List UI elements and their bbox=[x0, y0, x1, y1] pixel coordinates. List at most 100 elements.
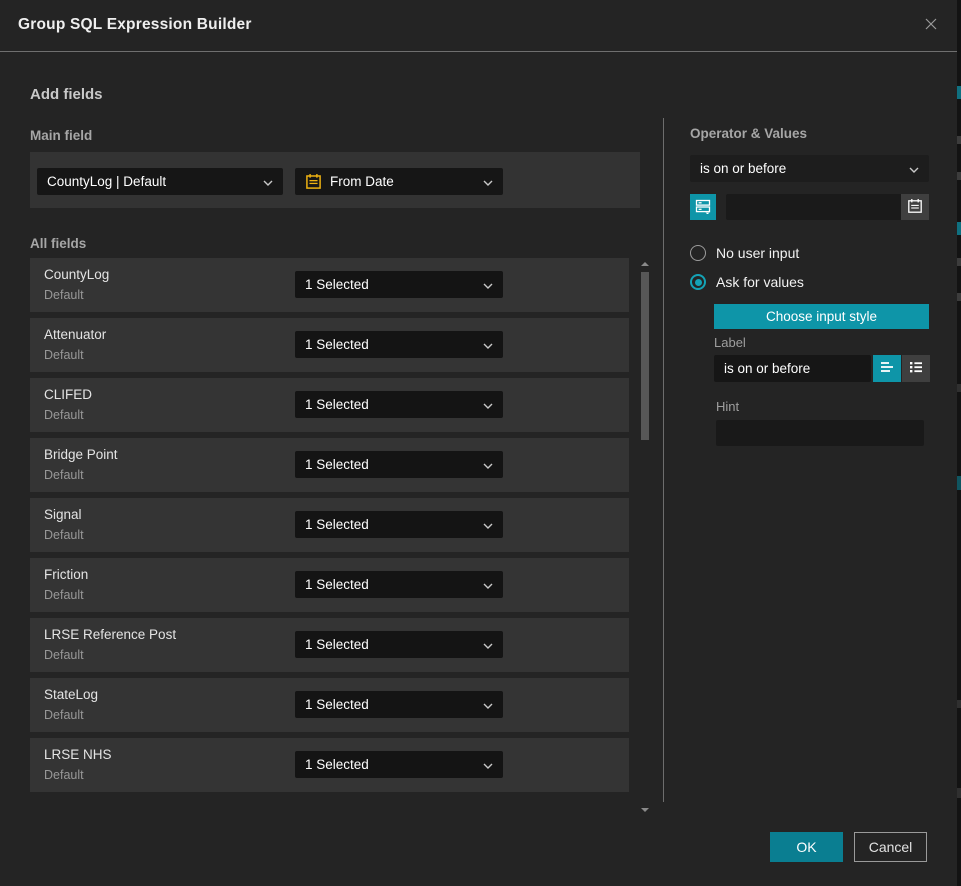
main-field-container: CountyLog | Default From Date bbox=[30, 152, 640, 208]
field-name: LRSE Reference Post bbox=[44, 627, 176, 642]
field-name: Bridge Point bbox=[44, 447, 118, 462]
label-caption: Label bbox=[714, 335, 746, 350]
date-field-calendar-icon bbox=[305, 173, 322, 190]
date-value-field bbox=[726, 194, 929, 220]
field-subtitle: Default bbox=[44, 528, 84, 542]
list-scrollbar[interactable] bbox=[640, 258, 650, 816]
chevron-down-icon bbox=[909, 161, 919, 176]
field-subtitle: Default bbox=[44, 768, 84, 782]
chevron-down-icon bbox=[483, 697, 493, 712]
selection-count: 1 Selected bbox=[305, 517, 477, 532]
field-row: Signal Default 1 Selected bbox=[30, 498, 629, 552]
radio-label: Ask for values bbox=[716, 274, 804, 290]
choose-input-style-button[interactable]: Choose input style bbox=[714, 304, 929, 329]
date-picker-button[interactable] bbox=[901, 194, 929, 220]
selection-count: 1 Selected bbox=[305, 277, 477, 292]
close-button[interactable] bbox=[919, 14, 943, 38]
operator-values-heading: Operator & Values bbox=[690, 126, 807, 141]
field-selection-select[interactable]: 1 Selected bbox=[295, 271, 503, 298]
radio-icon bbox=[690, 245, 706, 261]
field-row: Friction Default 1 Selected bbox=[30, 558, 629, 612]
cancel-button[interactable]: Cancel bbox=[854, 832, 927, 862]
selection-count: 1 Selected bbox=[305, 757, 477, 772]
field-row: CountyLog Default 1 Selected bbox=[30, 258, 629, 312]
scrollbar-down-arrow-icon[interactable] bbox=[641, 808, 649, 812]
field-selection-select[interactable]: 1 Selected bbox=[295, 691, 503, 718]
field-row: LRSE Reference Post Default 1 Selected bbox=[30, 618, 629, 672]
list-style-button[interactable] bbox=[902, 355, 930, 382]
operator-select-value: is on or before bbox=[700, 161, 903, 176]
background-app-edge bbox=[957, 0, 961, 886]
field-selection-select[interactable]: 1 Selected bbox=[295, 751, 503, 778]
screen: Group SQL Expression Builder Add fields … bbox=[0, 0, 961, 886]
field-name: StateLog bbox=[44, 687, 98, 702]
selection-count: 1 Selected bbox=[305, 637, 477, 652]
chevron-down-icon bbox=[263, 174, 273, 189]
field-subtitle: Default bbox=[44, 588, 84, 602]
ok-button[interactable]: OK bbox=[770, 832, 843, 862]
field-row: StateLog Default 1 Selected bbox=[30, 678, 629, 732]
chevron-down-icon bbox=[483, 397, 493, 412]
close-icon bbox=[922, 15, 940, 38]
field-selection-select[interactable]: 1 Selected bbox=[295, 631, 503, 658]
field-select[interactable]: From Date bbox=[295, 168, 503, 195]
field-selection-select[interactable]: 1 Selected bbox=[295, 571, 503, 598]
all-fields-heading: All fields bbox=[30, 236, 86, 251]
value-source-toggle-button[interactable] bbox=[690, 194, 716, 220]
field-select-value: From Date bbox=[330, 174, 477, 189]
field-subtitle: Default bbox=[44, 348, 84, 362]
single-line-style-button[interactable] bbox=[873, 355, 901, 382]
radio-ask-for-values[interactable]: Ask for values bbox=[690, 274, 804, 290]
chevron-down-icon bbox=[483, 457, 493, 472]
dialog-titlebar: Group SQL Expression Builder bbox=[0, 0, 957, 52]
field-selection-select[interactable]: 1 Selected bbox=[295, 451, 503, 478]
chevron-down-icon bbox=[483, 174, 493, 189]
hint-input[interactable] bbox=[716, 420, 924, 446]
field-name: Friction bbox=[44, 567, 88, 582]
field-row: Attenuator Default 1 Selected bbox=[30, 318, 629, 372]
scrollbar-thumb[interactable] bbox=[641, 272, 649, 440]
field-selection-select[interactable]: 1 Selected bbox=[295, 511, 503, 538]
main-field-heading: Main field bbox=[30, 128, 92, 143]
field-row: CLIFED Default 1 Selected bbox=[30, 378, 629, 432]
field-subtitle: Default bbox=[44, 468, 84, 482]
field-selection-select[interactable]: 1 Selected bbox=[295, 331, 503, 358]
field-row: Bridge Point Default 1 Selected bbox=[30, 438, 629, 492]
selection-count: 1 Selected bbox=[305, 577, 477, 592]
hint-caption: Hint bbox=[716, 399, 739, 414]
chevron-down-icon bbox=[483, 337, 493, 352]
align-left-icon bbox=[879, 359, 895, 378]
radio-selected-icon bbox=[690, 274, 706, 290]
group-sql-expression-builder-dialog: Group SQL Expression Builder Add fields … bbox=[0, 0, 957, 886]
selection-count: 1 Selected bbox=[305, 457, 477, 472]
calendar-icon bbox=[907, 198, 923, 217]
label-input[interactable] bbox=[714, 355, 871, 382]
field-name: LRSE NHS bbox=[44, 747, 112, 762]
radio-label: No user input bbox=[716, 245, 799, 261]
date-value-input[interactable] bbox=[726, 194, 901, 220]
chevron-down-icon bbox=[483, 277, 493, 292]
field-row: LRSE NHS Default 1 Selected bbox=[30, 738, 629, 792]
field-subtitle: Default bbox=[44, 648, 84, 662]
layer-select[interactable]: CountyLog | Default bbox=[37, 168, 283, 195]
operator-select[interactable]: is on or before bbox=[690, 155, 929, 182]
chevron-down-icon bbox=[483, 577, 493, 592]
chevron-down-icon bbox=[483, 757, 493, 772]
field-name: Signal bbox=[44, 507, 82, 522]
selection-count: 1 Selected bbox=[305, 697, 477, 712]
field-selection-select[interactable]: 1 Selected bbox=[295, 391, 503, 418]
radio-no-user-input[interactable]: No user input bbox=[690, 245, 799, 261]
panel-divider bbox=[663, 118, 664, 802]
scrollbar-up-arrow-icon[interactable] bbox=[641, 262, 649, 266]
field-name: CountyLog bbox=[44, 267, 109, 282]
chevron-down-icon bbox=[483, 637, 493, 652]
all-fields-list: CountyLog Default 1 Selected Attenuator … bbox=[30, 258, 629, 798]
field-subtitle: Default bbox=[44, 708, 84, 722]
field-stack-icon bbox=[695, 198, 711, 217]
field-subtitle: Default bbox=[44, 288, 84, 302]
bulleted-list-icon bbox=[908, 359, 924, 378]
chevron-down-icon bbox=[483, 517, 493, 532]
dialog-title: Group SQL Expression Builder bbox=[18, 16, 252, 34]
field-name: CLIFED bbox=[44, 387, 92, 402]
add-fields-heading: Add fields bbox=[30, 86, 103, 103]
